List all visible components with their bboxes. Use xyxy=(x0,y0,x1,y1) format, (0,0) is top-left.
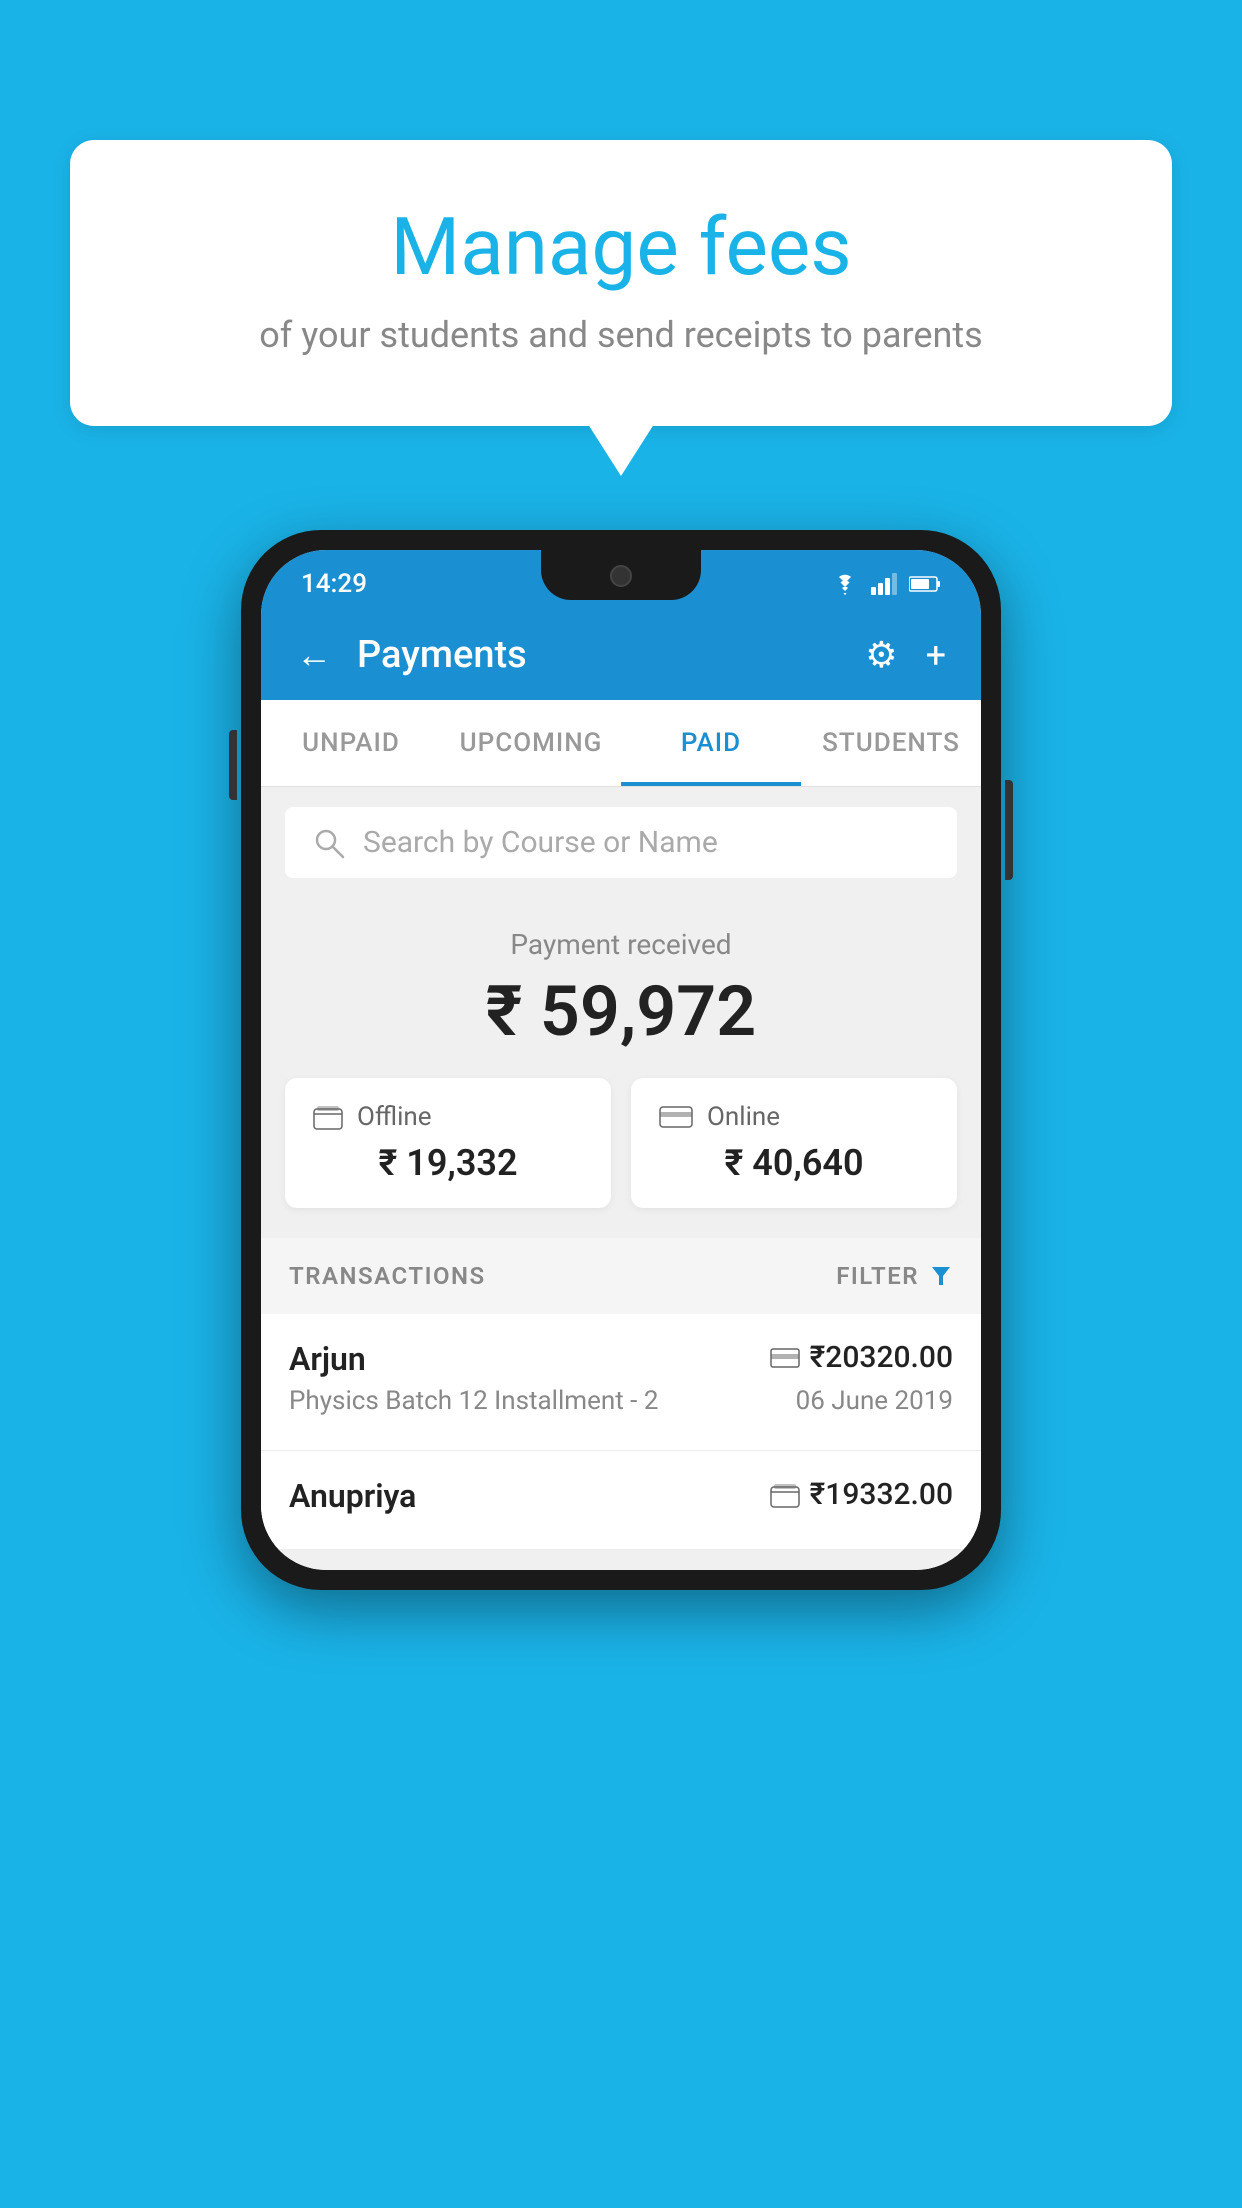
online-payment-card: Online ₹ 40,640 xyxy=(631,1078,957,1208)
offline-payment-icon xyxy=(313,1104,343,1130)
offline-card-header: Offline xyxy=(313,1102,583,1132)
phone-screen: 14:29 xyxy=(261,550,981,1570)
offline-amount: ₹ 19,332 xyxy=(313,1142,583,1184)
status-icons xyxy=(831,573,941,595)
anupriya-row: Anupriya ₹19332.00 xyxy=(289,1477,953,1515)
transaction-item-anupriya[interactable]: Anupriya ₹19332.00 xyxy=(261,1451,981,1550)
online-amount: ₹ 40,640 xyxy=(659,1142,929,1184)
arjun-amount-row: ₹20320.00 xyxy=(770,1340,953,1375)
online-payment-icon xyxy=(659,1104,693,1130)
anupriya-payment-type-icon xyxy=(770,1482,800,1508)
tab-bar: UNPAID UPCOMING PAID STUDENTS xyxy=(261,700,981,787)
back-button[interactable]: ← xyxy=(296,634,332,676)
filter-icon xyxy=(929,1264,953,1288)
tab-students[interactable]: STUDENTS xyxy=(801,700,981,786)
arjun-payment-type-icon xyxy=(770,1347,800,1369)
app-bar: ← Payments ⚙ + xyxy=(261,610,981,700)
tab-upcoming[interactable]: UPCOMING xyxy=(441,700,621,786)
arjun-detail-row: Physics Batch 12 Installment - 2 06 June… xyxy=(289,1386,953,1416)
phone-wrapper: 14:29 xyxy=(241,530,1001,1590)
arjun-amount: ₹20320.00 xyxy=(810,1340,953,1375)
speech-bubble-container: Manage fees of your students and send re… xyxy=(70,140,1172,426)
speech-bubble-title: Manage fees xyxy=(120,200,1122,294)
arjun-course: Physics Batch 12 Installment - 2 xyxy=(289,1386,658,1416)
payment-cards: Offline ₹ 19,332 Online xyxy=(261,1078,981,1238)
add-button[interactable]: + xyxy=(926,634,946,676)
search-icon xyxy=(313,827,345,859)
search-bar[interactable]: Search by Course or Name xyxy=(285,807,957,878)
payment-total-amount: ₹ 59,972 xyxy=(261,971,981,1053)
battery-icon xyxy=(909,575,941,593)
payment-summary: Payment received ₹ 59,972 Offline xyxy=(261,898,981,1570)
camera xyxy=(610,565,632,587)
arjun-row: Arjun ₹20320.00 xyxy=(289,1340,953,1378)
anupriya-amount-row: ₹19332.00 xyxy=(770,1477,953,1512)
signal-icon xyxy=(871,573,897,595)
volume-button-left xyxy=(229,730,237,800)
offline-payment-card: Offline ₹ 19,332 xyxy=(285,1078,611,1208)
arjun-name: Arjun xyxy=(289,1340,366,1378)
phone-outer: 14:29 xyxy=(241,530,1001,1590)
offline-label: Offline xyxy=(357,1102,432,1132)
phone-notch xyxy=(541,550,701,600)
search-input[interactable]: Search by Course or Name xyxy=(363,825,718,860)
settings-icon[interactable]: ⚙ xyxy=(865,634,897,676)
online-card-header: Online xyxy=(659,1102,929,1132)
arjun-date: 06 June 2019 xyxy=(796,1386,953,1416)
filter-label: FILTER xyxy=(836,1262,919,1290)
online-label: Online xyxy=(707,1102,780,1132)
transactions-label: TRANSACTIONS xyxy=(289,1262,486,1290)
speech-bubble: Manage fees of your students and send re… xyxy=(70,140,1172,426)
page-title: Payments xyxy=(357,633,865,677)
power-button-right xyxy=(1005,780,1013,880)
status-time: 14:29 xyxy=(301,569,367,599)
filter-button[interactable]: FILTER xyxy=(836,1262,953,1290)
anupriya-amount: ₹19332.00 xyxy=(810,1477,953,1512)
search-bar-container: Search by Course or Name xyxy=(261,787,981,898)
speech-bubble-subtitle: of your students and send receipts to pa… xyxy=(120,314,1122,356)
payment-received-label: Payment received xyxy=(261,928,981,961)
wifi-icon xyxy=(831,573,859,595)
tab-paid[interactable]: PAID xyxy=(621,700,801,786)
anupriya-name: Anupriya xyxy=(289,1477,416,1515)
transaction-item-arjun[interactable]: Arjun ₹20320.00 Physics Batch 12 Install… xyxy=(261,1314,981,1451)
transactions-header: TRANSACTIONS FILTER xyxy=(261,1238,981,1314)
tab-unpaid[interactable]: UNPAID xyxy=(261,700,441,786)
app-bar-actions: ⚙ + xyxy=(865,634,946,676)
